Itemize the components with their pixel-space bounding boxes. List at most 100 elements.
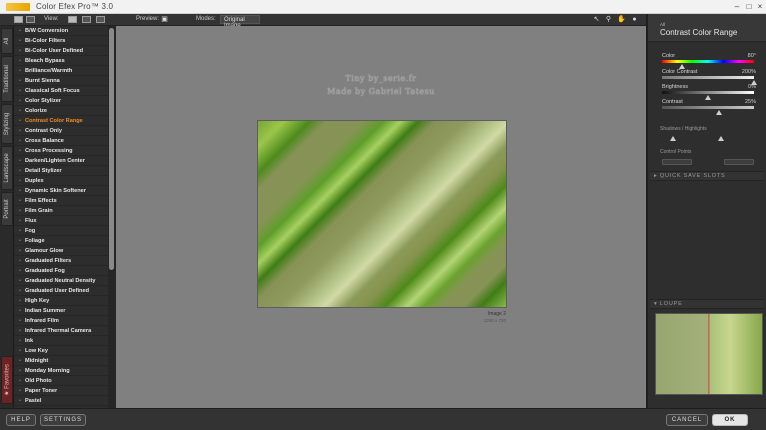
hand-tool-icon[interactable]: ✋ <box>617 16 626 24</box>
preview-image[interactable] <box>257 120 507 308</box>
contrast-track[interactable] <box>662 106 754 109</box>
close-window-button[interactable]: × <box>755 2 765 11</box>
contrast-label: Contrast <box>662 99 683 105</box>
view-single-button[interactable] <box>68 16 77 23</box>
color-contrast-value: 200% <box>741 69 756 75</box>
filter-item[interactable]: Color Stylizer <box>14 96 108 106</box>
view-split-button[interactable] <box>82 16 91 23</box>
image-name-label: Image 2 <box>487 311 506 317</box>
filter-item[interactable]: Midnight <box>14 356 108 366</box>
image-size-label: 1280 x 720 <box>483 318 506 323</box>
filter-item[interactable]: Foliage <box>14 236 108 246</box>
scrollbar-thumb[interactable] <box>109 28 114 270</box>
filter-item[interactable]: Duplex <box>14 176 108 186</box>
filter-item[interactable]: Bleach Bypass <box>14 56 108 66</box>
filter-title: Contrast Color Range <box>660 28 738 37</box>
tab-portrait[interactable]: Portrait <box>1 192 13 226</box>
filter-item[interactable]: Infrared Film <box>14 316 108 326</box>
ok-button[interactable]: OK <box>712 414 748 426</box>
watermark-line-1: Tiny by_serie.fr <box>345 74 417 83</box>
shadows-highlights-section[interactable]: Shadows / Highlights <box>660 126 707 132</box>
modes-select[interactable]: Original Image <box>220 15 260 29</box>
filter-item[interactable]: Bi-Color User Defined <box>14 46 108 56</box>
tab-favorites[interactable]: ★ Favorites <box>1 356 13 404</box>
bottom-bar: HELP SETTINGS CANCEL OK <box>0 408 766 430</box>
filter-controls-panel: All Contrast Color Range Color 80° Color… <box>646 14 766 408</box>
color-slider-track[interactable] <box>662 60 754 63</box>
brightness-thumb[interactable] <box>705 95 711 100</box>
filter-item[interactable]: High Key <box>14 296 108 306</box>
watermark-line-2: Made by Gabriel Tatesu <box>327 87 435 96</box>
filter-item[interactable]: Old Photo <box>14 376 108 386</box>
color-contrast-label: Color Contrast <box>662 69 698 75</box>
view-label: View: <box>44 16 59 22</box>
filter-item[interactable]: Darken/Lighten Center <box>14 156 108 166</box>
single-view-button[interactable] <box>14 16 23 23</box>
filter-item[interactable]: Bi-Color Filters <box>14 36 108 46</box>
preview-canvas[interactable]: Tiny by_serie.fr Made by Gabriel Tatesu … <box>116 26 646 408</box>
filter-list: B/W ConversionBi-Color FiltersBi-Color U… <box>14 26 108 408</box>
filter-item[interactable]: Detail Stylizer <box>14 166 108 176</box>
filter-item[interactable]: Brilliance/Warmth <box>14 66 108 76</box>
filter-item[interactable]: Contrast Color Range <box>14 116 108 126</box>
filter-item[interactable]: Film Effects <box>14 196 108 206</box>
control-points-section[interactable]: Control Points <box>660 149 691 155</box>
contrast-value: 25% <box>744 99 756 105</box>
filter-item[interactable]: Graduated Fog <box>14 266 108 276</box>
filter-item[interactable]: Dynamic Skin Softener <box>14 186 108 196</box>
preview-checkbox[interactable]: ▣ <box>160 16 169 24</box>
filter-item[interactable]: Graduated Neutral Density <box>14 276 108 286</box>
loupe-preview[interactable] <box>655 313 763 395</box>
filter-item[interactable]: Cross Processing <box>14 146 108 156</box>
filter-item[interactable]: Ink <box>14 336 108 346</box>
brightness-track[interactable] <box>662 91 754 94</box>
title-bar: Color Efex Pro™ 3.0 – □ × <box>0 0 766 14</box>
eyedropper-tool-icon[interactable]: ● <box>630 16 639 24</box>
brightness-label: Brightness <box>662 84 688 90</box>
remove-control-point-button[interactable] <box>724 159 754 165</box>
contrast-thumb[interactable] <box>716 110 723 115</box>
quick-save-slots-header[interactable]: ▸ QUICK SAVE SLOTS <box>650 171 764 181</box>
filter-item[interactable]: Paper Toner <box>14 386 108 396</box>
highlights-thumb[interactable] <box>718 136 724 141</box>
add-control-point-button[interactable] <box>662 159 692 165</box>
view-side-by-side-button[interactable] <box>96 16 105 23</box>
preview-label: Preview: <box>136 16 160 22</box>
filter-item[interactable]: Graduated Filters <box>14 256 108 266</box>
filter-item[interactable]: Flux <box>14 216 108 226</box>
list-view-button[interactable] <box>26 16 35 23</box>
tab-stylizing[interactable]: Stylizing <box>1 104 13 144</box>
pointer-tool-icon[interactable]: ↖ <box>592 16 601 24</box>
filter-item[interactable]: Contrast Only <box>14 126 108 136</box>
filter-item[interactable]: Low Key <box>14 346 108 356</box>
filter-item[interactable]: Film Grain <box>14 206 108 216</box>
maximize-button[interactable]: □ <box>744 2 754 11</box>
filter-item[interactable]: Infrared Thermal Camera <box>14 326 108 336</box>
zoom-tool-icon[interactable]: ⚲ <box>604 16 613 24</box>
filter-item[interactable]: Classical Soft Focus <box>14 86 108 96</box>
filter-item[interactable]: Fog <box>14 226 108 236</box>
color-contrast-track[interactable] <box>662 76 754 79</box>
tab-landscape[interactable]: Landscape <box>1 146 13 190</box>
shadows-thumb[interactable] <box>670 136 676 141</box>
filter-item[interactable]: Burnt Sienna <box>14 76 108 86</box>
loupe-header[interactable]: ▾ LOUPE <box>650 299 764 309</box>
minimize-button[interactable]: – <box>732 2 742 11</box>
tab-all[interactable]: All <box>1 28 13 54</box>
filter-item[interactable]: Colorize <box>14 106 108 116</box>
cancel-button[interactable]: CANCEL <box>666 414 708 426</box>
filter-item[interactable]: Cross Balance <box>14 136 108 146</box>
filter-item[interactable]: Monday Morning <box>14 366 108 376</box>
help-button[interactable]: HELP <box>6 414 36 426</box>
filter-item[interactable]: B/W Conversion <box>14 26 108 36</box>
category-tabs: All Traditional Stylizing Landscape Port… <box>0 26 14 408</box>
filter-list-scrollbar[interactable] <box>108 26 116 408</box>
filter-item[interactable]: Pastel <box>14 396 108 406</box>
settings-button[interactable]: SETTINGS <box>40 414 86 426</box>
color-slider-label: Color <box>662 53 676 59</box>
filter-item[interactable]: Indian Summer <box>14 306 108 316</box>
filter-item[interactable]: Glamour Glow <box>14 246 108 256</box>
filter-item[interactable]: Graduated User Defined <box>14 286 108 296</box>
top-toolbar: View: Preview: ▣ Modes: Original Image ↖… <box>0 14 646 29</box>
tab-traditional[interactable]: Traditional <box>1 56 13 102</box>
